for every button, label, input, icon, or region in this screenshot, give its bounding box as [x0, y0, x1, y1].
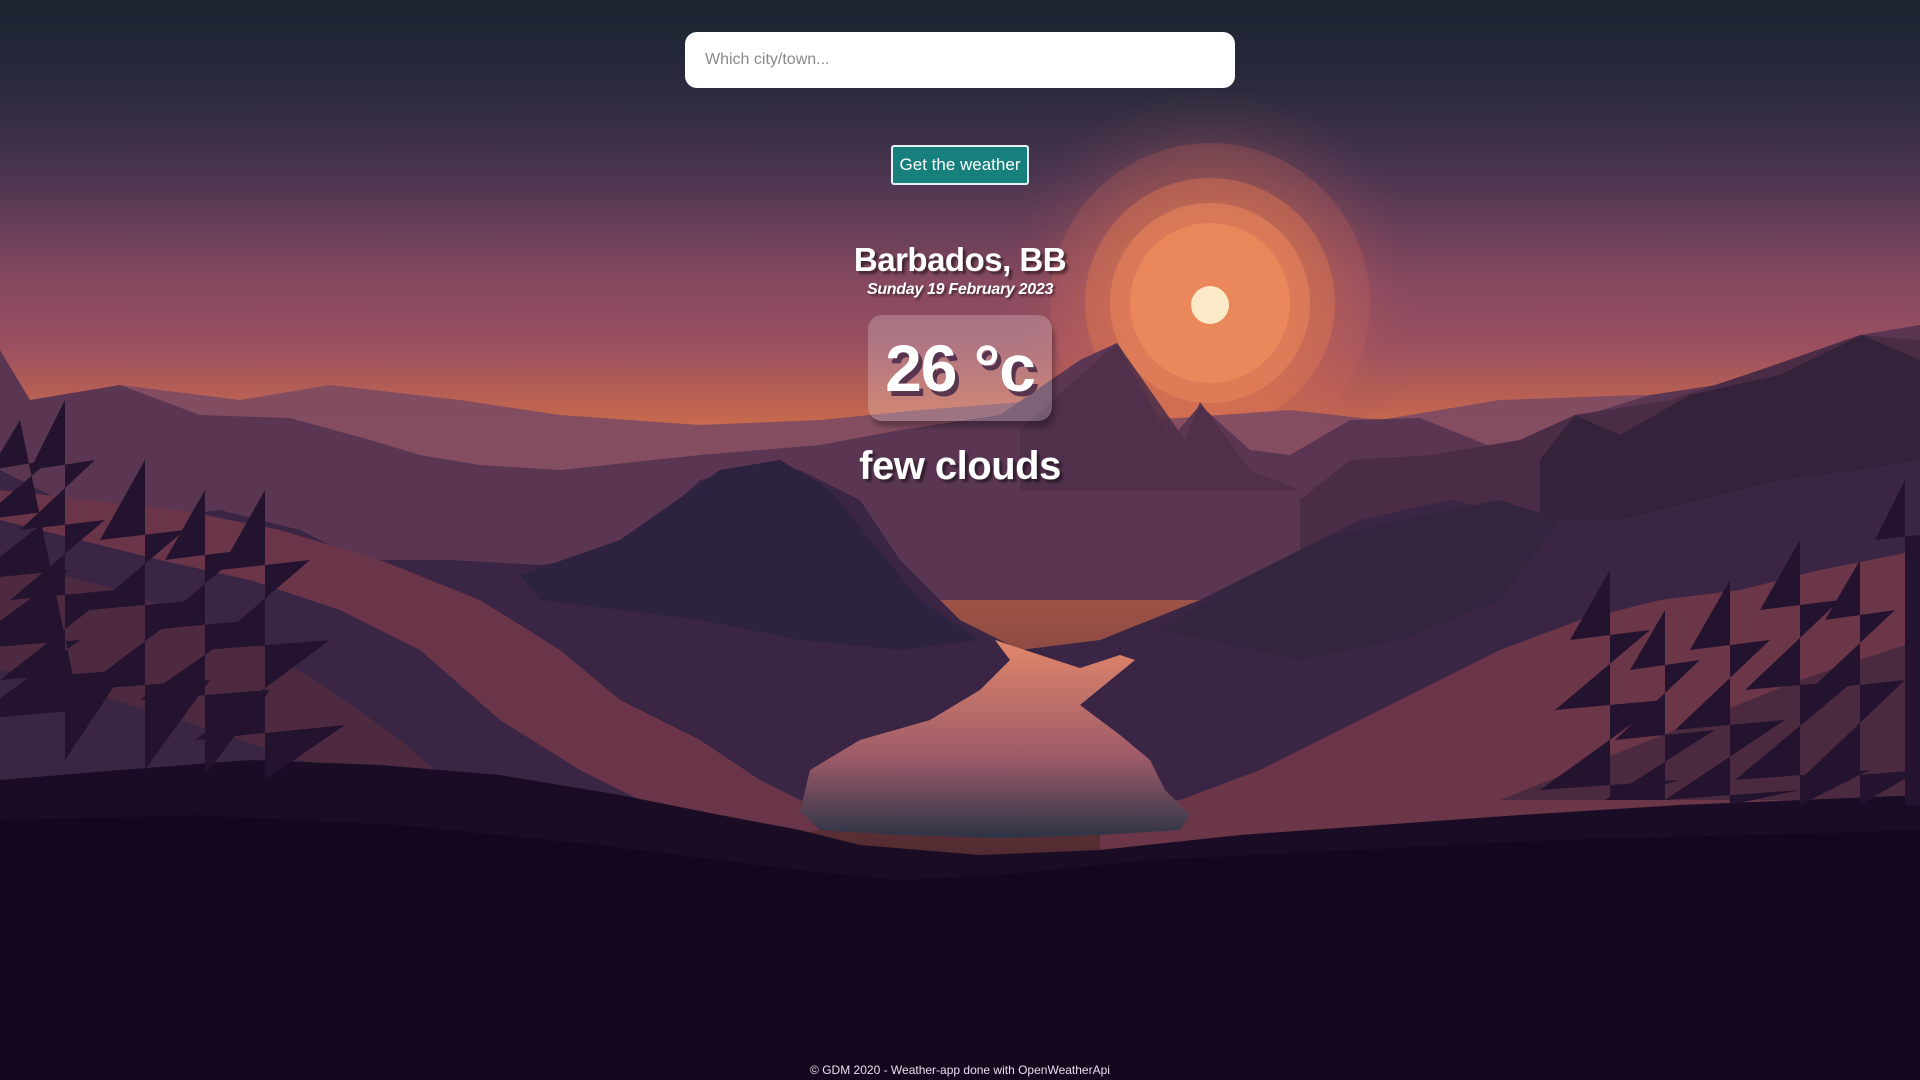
get-weather-button[interactable]: Get the weather — [891, 145, 1029, 185]
footer-credit: © GDM 2020 - Weather-app done with OpenW… — [810, 1063, 1110, 1077]
temperature-display: 26 °c — [868, 315, 1052, 421]
search-box — [685, 32, 1235, 88]
weather-description: few clouds — [859, 444, 1061, 488]
current-date: Sunday 19 February 2023 — [866, 281, 1054, 298]
weather-card: Barbados, BB Sunday 19 February 2023 26 … — [0, 240, 1920, 489]
location-name: Barbados, BB — [853, 241, 1067, 278]
city-search-input[interactable] — [685, 32, 1235, 88]
